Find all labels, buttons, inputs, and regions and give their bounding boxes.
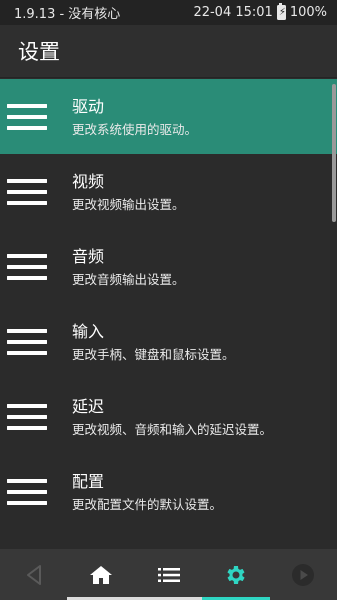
settings-item-title: 延迟 xyxy=(72,396,105,416)
status-right: 22-04 15:01 ⚡ 100% xyxy=(193,3,327,20)
settings-item-title: 输入 xyxy=(72,321,105,341)
nav-home-button[interactable] xyxy=(67,549,134,600)
settings-item-title: 配置 xyxy=(72,471,105,491)
settings-item-description: 更改系统使用的驱动。 xyxy=(72,121,198,137)
menu-icon xyxy=(7,253,47,280)
play-icon xyxy=(292,563,315,586)
settings-item-description: 更改配置文件的默认设置。 xyxy=(72,496,223,512)
settings-list[interactable]: 驱动 更改系统使用的驱动。 视频 更改视频输出设置。 音频 更改音频输出设置。 … xyxy=(0,79,337,549)
settings-item-description: 更改视频、音频和输入的延迟设置。 xyxy=(72,421,273,437)
menu-icon xyxy=(7,103,47,130)
status-bar: 1.9.13 - 没有核心 22-04 15:01 ⚡ 100% xyxy=(0,0,337,25)
bottom-navigation xyxy=(0,549,337,600)
back-icon xyxy=(26,564,41,585)
settings-item-configuration[interactable]: 配置 更改配置文件的默认设置。 xyxy=(0,454,337,529)
nav-settings-button[interactable] xyxy=(202,549,271,600)
battery-charging-icon: ⚡ xyxy=(276,3,286,20)
page-title: 设置 xyxy=(18,40,60,64)
settings-item-description: 更改音频输出设置。 xyxy=(72,271,185,287)
settings-item-input[interactable]: 输入 更改手柄、键盘和鼠标设置。 xyxy=(0,304,337,379)
nav-list-button[interactable] xyxy=(135,549,202,600)
list-scrollbar[interactable] xyxy=(332,84,336,222)
page-header: 设置 xyxy=(0,25,337,78)
menu-icon xyxy=(7,328,47,355)
settings-gear-icon xyxy=(227,565,245,584)
menu-icon xyxy=(7,178,47,205)
settings-item-title: 音频 xyxy=(72,246,105,266)
settings-item-description: 更改手柄、键盘和鼠标设置。 xyxy=(72,346,235,362)
menu-icon xyxy=(7,403,47,430)
settings-item-title: 驱动 xyxy=(72,96,105,116)
settings-item-latency[interactable]: 延迟 更改视频、音频和输入的延迟设置。 xyxy=(0,379,337,454)
menu-icon xyxy=(7,478,47,505)
settings-item-audio[interactable]: 音频 更改音频输出设置。 xyxy=(0,229,337,304)
settings-item-description: 更改视频输出设置。 xyxy=(72,196,185,212)
nav-play-button[interactable] xyxy=(270,549,337,600)
status-datetime: 22-04 15:01 xyxy=(193,5,273,20)
nav-back-button[interactable] xyxy=(0,549,67,600)
settings-item-drivers[interactable]: 驱动 更改系统使用的驱动。 xyxy=(0,79,337,154)
status-left-text: 1.9.13 - 没有核心 xyxy=(14,7,121,22)
settings-item-video[interactable]: 视频 更改视频输出设置。 xyxy=(0,154,337,229)
home-icon xyxy=(90,565,113,584)
battery-percent: 100% xyxy=(289,5,327,20)
list-icon xyxy=(157,567,180,582)
settings-item-title: 视频 xyxy=(72,171,105,191)
